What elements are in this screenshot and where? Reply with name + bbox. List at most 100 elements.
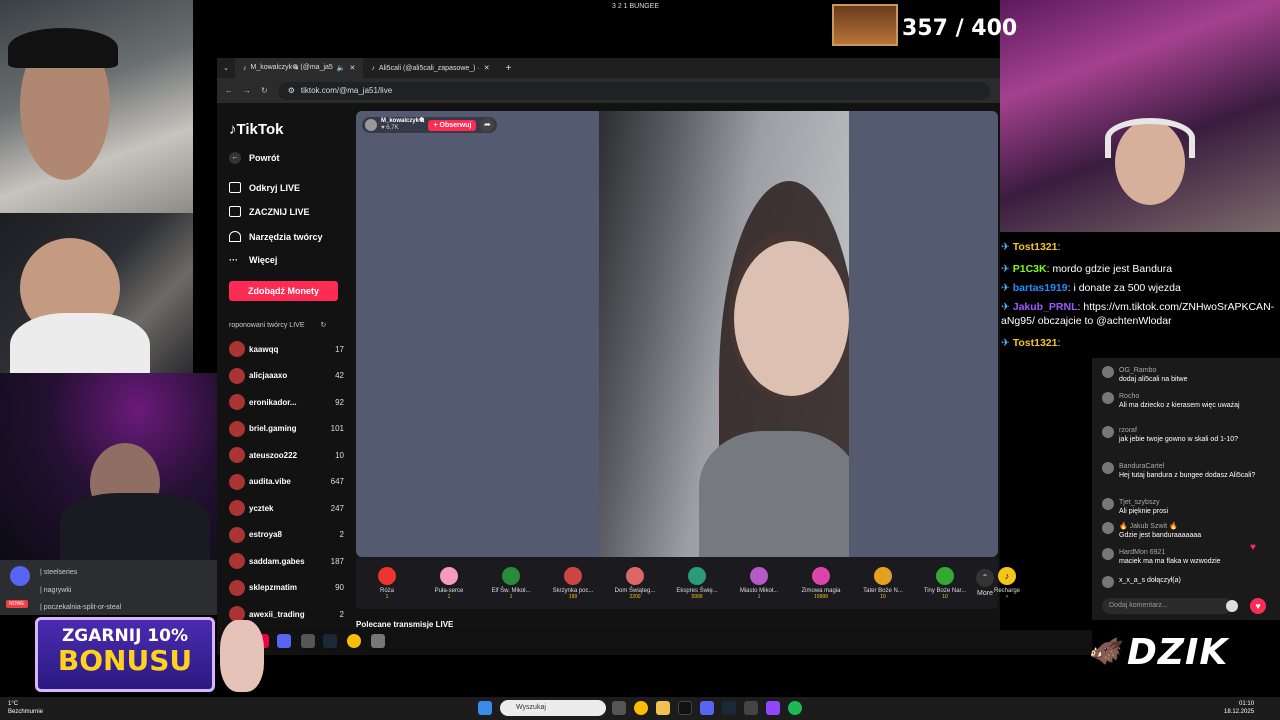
url-field[interactable]: ⚙ tiktok.com/@ma_ja51/live [277,81,990,100]
discord-icon[interactable] [700,701,714,715]
back-icon[interactable]: ← [225,86,233,95]
host-info[interactable]: M_kowalczyk🎕 ♥ 6,7K + Obserwuj ➦ [362,117,498,133]
tab-close-icon[interactable]: ✕ [484,64,490,72]
creator-item[interactable]: sklepzmatim 90 [229,576,344,600]
comment-avatar[interactable] [1102,498,1114,510]
creator-item[interactable]: eronikador... 92 [229,390,344,414]
channel-poczekalnia[interactable]: | poczekalnia-split-or-steal [40,604,121,611]
tiktok-logo[interactable]: ♪TikTok [229,121,283,138]
comment-user[interactable]: 🔥 Jakub Szwit 🔥 [1119,522,1201,531]
comment-avatar[interactable] [1102,392,1114,404]
comment-avatar[interactable] [1102,522,1114,534]
gift-item[interactable]: Skrzynka poc... 199 [542,566,604,600]
comment-user[interactable]: HardMon 6921 [1119,548,1221,557]
chat-username[interactable]: P1C3K [1013,263,1047,275]
task-view-icon[interactable] [612,701,626,715]
refresh-icon[interactable]: ↻ [320,322,326,329]
coin-icon: ♪ [998,566,1016,585]
recharge-button[interactable]: ♪ Recharge › [994,566,1020,600]
discord-icon[interactable] [277,634,291,648]
gift-more[interactable]: ⌃ More [976,569,994,597]
comment-user[interactable]: Tjet_szybszy [1119,498,1168,507]
obs-icon[interactable] [744,701,758,715]
comment-text: dodaj ali5cali na bitwe [1119,376,1188,383]
comment-avatar[interactable] [1102,576,1114,588]
get-coins-button[interactable]: Zdobądź Monety [229,281,338,301]
comment-user[interactable]: OG_Rambo [1119,366,1188,375]
chat-username[interactable]: Tost1321 [1013,337,1058,349]
creator-name: estroya8 [249,530,282,539]
creator-item[interactable]: estroya8 2 [229,523,344,547]
comment-user[interactable]: BanduraCartel [1119,462,1255,471]
creator-item[interactable]: saddam.gabes 187 [229,549,344,573]
comment-avatar[interactable] [1102,462,1114,474]
creator-avatar [229,553,245,569]
settings-icon[interactable] [371,634,385,648]
forward-icon[interactable]: → [243,86,251,95]
gift-item[interactable]: Ekspres Świę... 5999 [666,566,728,600]
tab-ali5cali[interactable]: ♪ Ali5cali (@ali5cali_zapasowe_) · ✕ [363,58,497,78]
button-label: Zdobądź Monety [248,286,319,296]
share-icon[interactable]: ➦ [480,118,495,132]
creator-item[interactable]: briel.gaming 101 [229,417,344,441]
nav-label: Odkryj LIVE [249,182,301,193]
steam-icon[interactable] [722,701,736,715]
nav-more[interactable]: ··· Więcej [229,255,277,265]
tiktok-sidebar: ♪TikTok ← Powrót Odkryj LIVE ZACZNIJ LIVE… [217,111,355,630]
gift-item[interactable]: Róża 1 [356,566,418,600]
comment-avatar[interactable] [1102,426,1114,438]
taskbar-search[interactable]: Wyszukaj [500,700,606,716]
chat-username[interactable]: Tost1321 [1013,241,1058,253]
creator-item[interactable]: ateuszoo222 10 [229,443,344,467]
terminal-icon[interactable] [678,701,692,715]
tab-kowalczyk[interactable]: ♪ M_kowalczyk🎕 (@ma_ja5 🔈 ✕ [235,58,364,78]
creator-item[interactable]: audita.vibe 647 [229,470,344,494]
clock[interactable]: 01:10 18.12.2025 [1224,700,1254,716]
gift-item[interactable]: Zimowa magia 19999 [790,566,852,600]
gift-item[interactable]: Tiny Boże Nar... 10 [914,566,976,600]
creator-item[interactable]: ycztek 247 [229,496,344,520]
windows-start-icon[interactable] [478,701,492,715]
gift-item[interactable]: Puła-serce 1 [418,566,480,600]
reload-icon[interactable]: ↻ [261,86,268,95]
channel-steelseries[interactable]: | steelseries [40,569,77,576]
nav-creator-tools[interactable]: Narzędzia twórcy [229,231,323,242]
tab-close-icon[interactable]: ✕ [350,64,356,72]
gift-item[interactable]: Elf Św. Mikoł... 1 [480,566,542,600]
comment-avatar[interactable] [1102,366,1114,378]
comment-avatar[interactable] [1102,548,1114,560]
server-icon[interactable] [10,566,30,586]
nav-back[interactable]: ← Powrót [229,152,280,164]
mute-icon[interactable]: 🔈 [337,64,346,72]
tab-list-chevron-icon[interactable]: ⌄ [217,64,235,72]
channel-nagrywki[interactable]: | nagrywki [40,587,71,594]
follow-button[interactable]: + Obserwuj [428,119,477,131]
nav-discover-live[interactable]: Odkryj LIVE [229,182,300,193]
comment-input[interactable]: Dodaj komentarz... [1102,598,1232,614]
gift-item[interactable]: Miasto Mikoł... 1 [728,566,790,600]
chat-username[interactable]: bartas1919 [1013,282,1068,294]
app-icon[interactable] [301,634,315,648]
nav-start-live[interactable]: ZACZNIJ LIVE [229,206,310,217]
like-heart-icon[interactable]: ♥ [1250,598,1266,614]
site-info-icon[interactable]: ⚙ [288,86,295,95]
comment-user[interactable]: Rocho [1119,392,1240,401]
spotify-icon[interactable] [788,701,802,715]
creator-item[interactable]: kaawqq 17 [229,337,344,361]
live-player[interactable]: M_kowalczyk🎕 ♥ 6,7K + Obserwuj ➦ [356,111,998,557]
creator-item[interactable]: alicjaaaxo 42 [229,364,344,388]
emoji-icon[interactable] [1226,600,1238,612]
comment-user[interactable]: rzoraf [1119,426,1238,435]
weather-widget[interactable]: 1°C Bezchmurnie [8,700,43,716]
chat-username[interactable]: Jakub_PRNL [1013,301,1078,313]
stream-video[interactable] [599,111,849,557]
new-tab-icon[interactable]: + [498,63,520,74]
file-explorer-icon[interactable] [656,701,670,715]
chrome-icon[interactable] [347,634,361,648]
host-avatar[interactable] [365,119,377,131]
gift-item[interactable]: Dom Świąteg... 2200 [604,566,666,600]
app-icon[interactable] [766,701,780,715]
gift-item[interactable]: Tater Boże N... 10 [852,566,914,600]
steam-icon[interactable] [323,634,337,648]
chrome-icon[interactable] [634,701,648,715]
